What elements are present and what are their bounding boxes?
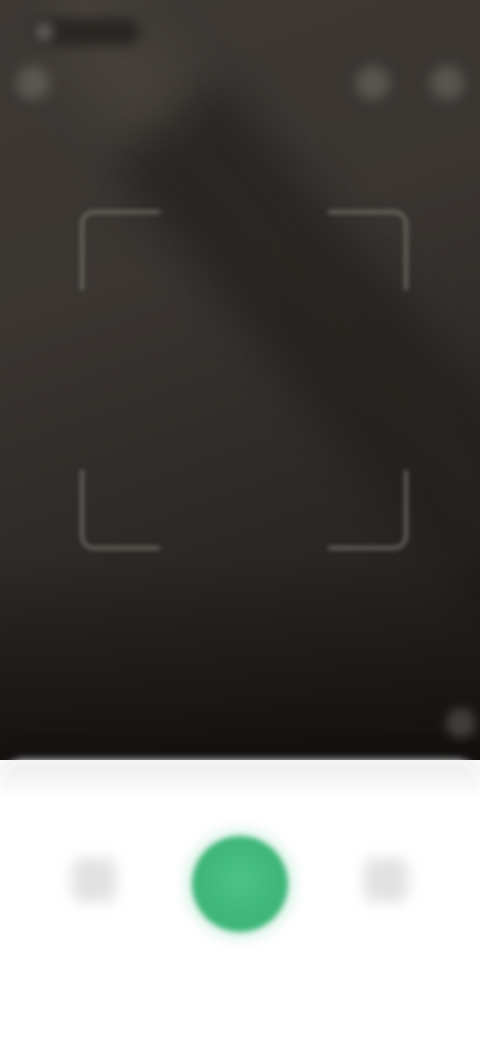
scan-frame-corner-bottom-left <box>80 470 160 550</box>
panel-top-fade <box>0 760 480 800</box>
settings-icon[interactable] <box>356 66 390 100</box>
scan-frame-corner-top-left <box>80 210 160 290</box>
status-dot-icon <box>34 22 54 42</box>
camera-viewfinder[interactable] <box>0 0 480 760</box>
switch-camera-icon <box>364 858 408 902</box>
gallery-button[interactable] <box>64 850 124 910</box>
more-icon[interactable] <box>430 66 464 100</box>
background-gradient <box>0 560 480 760</box>
flash-icon[interactable] <box>16 66 50 100</box>
shutter-button[interactable] <box>192 836 288 932</box>
camera-screen <box>0 0 480 1040</box>
switch-camera-button[interactable] <box>356 850 416 910</box>
scan-frame-corner-top-right <box>328 210 408 290</box>
scan-frame-corner-bottom-right <box>328 470 408 550</box>
edge-control-icon[interactable] <box>446 708 476 738</box>
gallery-icon <box>72 858 116 902</box>
